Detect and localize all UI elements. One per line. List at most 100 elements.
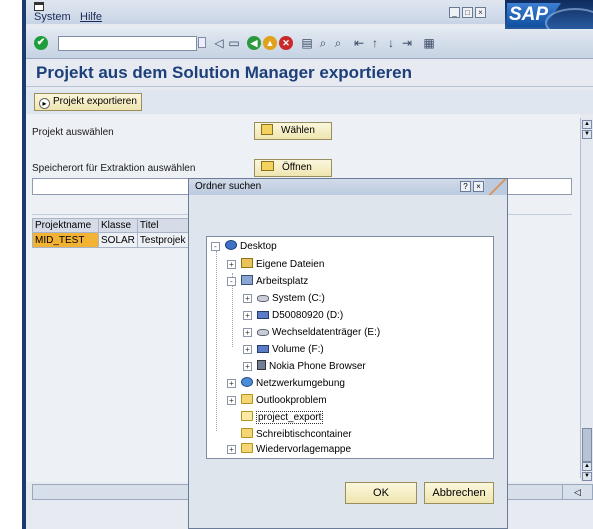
scroll-up-bottom-icon[interactable]: ▲ bbox=[582, 462, 592, 471]
export-icon: ▸ bbox=[39, 98, 50, 109]
tree-node-label: System (C:) bbox=[272, 293, 325, 304]
ok-button[interactable]: OK bbox=[345, 482, 417, 504]
expand-icon[interactable]: + bbox=[243, 328, 252, 337]
expand-icon[interactable]: + bbox=[243, 345, 252, 354]
scroll-down-icon[interactable]: ▼ bbox=[582, 130, 592, 139]
window-left-frame bbox=[22, 0, 26, 529]
menu-help[interactable]: Hilfe bbox=[80, 11, 102, 23]
nav-back-icon[interactable]: ◀ bbox=[247, 36, 261, 50]
expand-icon[interactable]: + bbox=[243, 362, 252, 371]
tree-node-schreibtischcontainer[interactable]: Schreibtischcontainer bbox=[227, 428, 352, 442]
cancel-icon[interactable]: ✕ bbox=[279, 36, 293, 50]
expand-icon[interactable]: + bbox=[227, 396, 236, 405]
col-header-titel[interactable]: Titel bbox=[136, 218, 190, 233]
first-page-icon[interactable]: ⇤ bbox=[352, 36, 366, 50]
collapse-icon[interactable]: - bbox=[227, 277, 236, 286]
folder-open-icon bbox=[241, 411, 253, 421]
standard-toolbar: ✔ ◁ ▭ ◀ ▲ ✕ ▤ ⌕ ⌕ ⇤ ↑ ↓ ⇥ ▦ bbox=[22, 29, 593, 59]
minimize-button[interactable]: _ bbox=[449, 7, 460, 18]
vertical-scrollbar[interactable]: ▲ ▼ ▲ ▼ bbox=[580, 118, 593, 481]
export-project-button[interactable]: ▸ Projekt exportieren bbox=[34, 93, 142, 111]
cell-klasse[interactable]: SOLAR bbox=[98, 232, 138, 248]
expand-icon[interactable]: + bbox=[243, 311, 252, 320]
export-project-label: Projekt exportieren bbox=[53, 96, 137, 107]
tree-node-label: D50080920 (D:) bbox=[272, 310, 344, 321]
select-icon bbox=[261, 124, 273, 135]
tree-node-wechseldatentraeger-e[interactable]: + Wechseldatenträger (E:) bbox=[243, 326, 380, 340]
scroll-down-bottom-icon[interactable]: ▼ bbox=[582, 472, 592, 481]
network-icon bbox=[241, 377, 253, 387]
last-page-icon[interactable]: ⇥ bbox=[400, 36, 414, 50]
documents-folder-icon bbox=[241, 258, 253, 268]
select-button-label: Wählen bbox=[281, 125, 315, 136]
col-header-projektname[interactable]: Projektname bbox=[32, 218, 99, 233]
next-page-icon[interactable]: ↓ bbox=[384, 36, 398, 50]
folder-icon bbox=[241, 394, 253, 404]
tree-node-arbeitsplatz[interactable]: - Arbeitsplatz bbox=[227, 275, 308, 289]
expand-icon[interactable]: + bbox=[227, 260, 236, 269]
table-row[interactable]: MID_TEST SOLAR Testprojek bbox=[32, 232, 190, 248]
drive-icon bbox=[257, 345, 269, 353]
scroll-up-icon[interactable]: ▲ bbox=[582, 120, 592, 129]
print-icon[interactable]: ▤ bbox=[300, 36, 314, 50]
browse-folder-dialog: Ordner suchen ? × - Desktop + Eigene Dat… bbox=[188, 178, 508, 529]
tree-node-label: Schreibtischcontainer bbox=[256, 429, 352, 440]
tree-node-eigene-dateien[interactable]: + Eigene Dateien bbox=[227, 258, 324, 272]
tree-node-netzwerkumgebung[interactable]: + Netzwerkumgebung bbox=[227, 377, 345, 391]
tree-node-d50080920-d[interactable]: + D50080920 (D:) bbox=[243, 309, 343, 323]
command-field[interactable] bbox=[58, 36, 197, 51]
cell-projektname[interactable]: MID_TEST bbox=[32, 232, 99, 248]
open-folder-icon bbox=[261, 161, 274, 171]
select-button[interactable]: Wählen bbox=[254, 122, 332, 140]
dialog-title-buttons: ? × bbox=[460, 181, 484, 192]
prev-page-icon[interactable]: ↑ bbox=[368, 36, 382, 50]
tree-node-label: Wiedervorlagemappe bbox=[256, 444, 352, 455]
scroll-thumb[interactable] bbox=[582, 428, 592, 462]
cell-titel[interactable]: Testprojek bbox=[136, 232, 190, 248]
tree-node-project-export[interactable]: project_export bbox=[227, 411, 324, 425]
tree-node-system-c[interactable]: + System (C:) bbox=[243, 292, 325, 306]
cancel-button[interactable]: Abbrechen bbox=[424, 482, 494, 504]
col-header-klasse[interactable]: Klasse bbox=[98, 218, 138, 233]
drive-icon bbox=[257, 329, 269, 336]
expand-icon[interactable]: + bbox=[243, 294, 252, 303]
open-button[interactable]: Öffnen bbox=[254, 159, 332, 177]
back-icon[interactable]: ◁ bbox=[212, 36, 226, 50]
network-drive-icon bbox=[257, 311, 269, 319]
storage-label: Speicherort für Extraktion auswählen bbox=[32, 163, 196, 174]
tree-node-label: Netzwerkumgebung bbox=[256, 378, 345, 389]
exit-icon[interactable]: ▲ bbox=[263, 36, 277, 50]
system-menu-icon[interactable] bbox=[34, 2, 44, 11]
folder-tree[interactable]: - Desktop + Eigene Dateien - Arbeitsplat… bbox=[206, 236, 494, 459]
tree-node-label: Eigene Dateien bbox=[256, 259, 325, 270]
tree-node-outlookproblem[interactable]: + Outlookproblem bbox=[227, 394, 327, 408]
find-next-icon[interactable]: ⌕ bbox=[331, 36, 345, 50]
phone-icon bbox=[257, 360, 266, 370]
folder-icon bbox=[241, 443, 253, 453]
tree-node-volume-f[interactable]: + Volume (F:) bbox=[243, 343, 324, 357]
check-icon[interactable]: ✔ bbox=[34, 36, 48, 50]
menu-system[interactable]: System bbox=[34, 11, 71, 23]
dialog-close-button[interactable]: × bbox=[473, 181, 484, 192]
close-window-button[interactable]: × bbox=[475, 7, 486, 18]
command-history-dropdown[interactable] bbox=[198, 37, 206, 48]
tree-node-label: Outlookproblem bbox=[256, 395, 327, 406]
save-icon[interactable]: ▭ bbox=[227, 36, 241, 50]
maximize-button[interactable]: □ bbox=[462, 7, 473, 18]
dialog-help-button[interactable]: ? bbox=[460, 181, 471, 192]
expand-icon[interactable]: + bbox=[227, 379, 236, 388]
tree-node-label: Arbeitsplatz bbox=[256, 276, 309, 287]
tree-node-label: Nokia Phone Browser bbox=[269, 361, 366, 372]
tree-node-wiedervorlagemappe[interactable]: + Wiedervorlagemappe bbox=[227, 443, 351, 457]
tree-node-desktop[interactable]: - Desktop bbox=[211, 240, 277, 254]
project-table: Projektname Klasse Titel MID_TEST SOLAR … bbox=[32, 218, 190, 248]
collapse-icon[interactable]: - bbox=[211, 242, 220, 251]
tree-node-nokia-phone-browser[interactable]: + Nokia Phone Browser bbox=[243, 360, 366, 374]
layout-icon[interactable]: ▦ bbox=[422, 36, 436, 50]
status-segment[interactable]: ◁ bbox=[562, 484, 593, 500]
tree-node-label: project_export bbox=[256, 411, 324, 424]
menu-bar: System Hilfe _ □ × SAP bbox=[22, 0, 593, 36]
select-project-label: Projekt auswählen bbox=[32, 127, 114, 138]
expand-icon[interactable]: + bbox=[227, 445, 236, 454]
find-icon[interactable]: ⌕ bbox=[316, 36, 330, 50]
